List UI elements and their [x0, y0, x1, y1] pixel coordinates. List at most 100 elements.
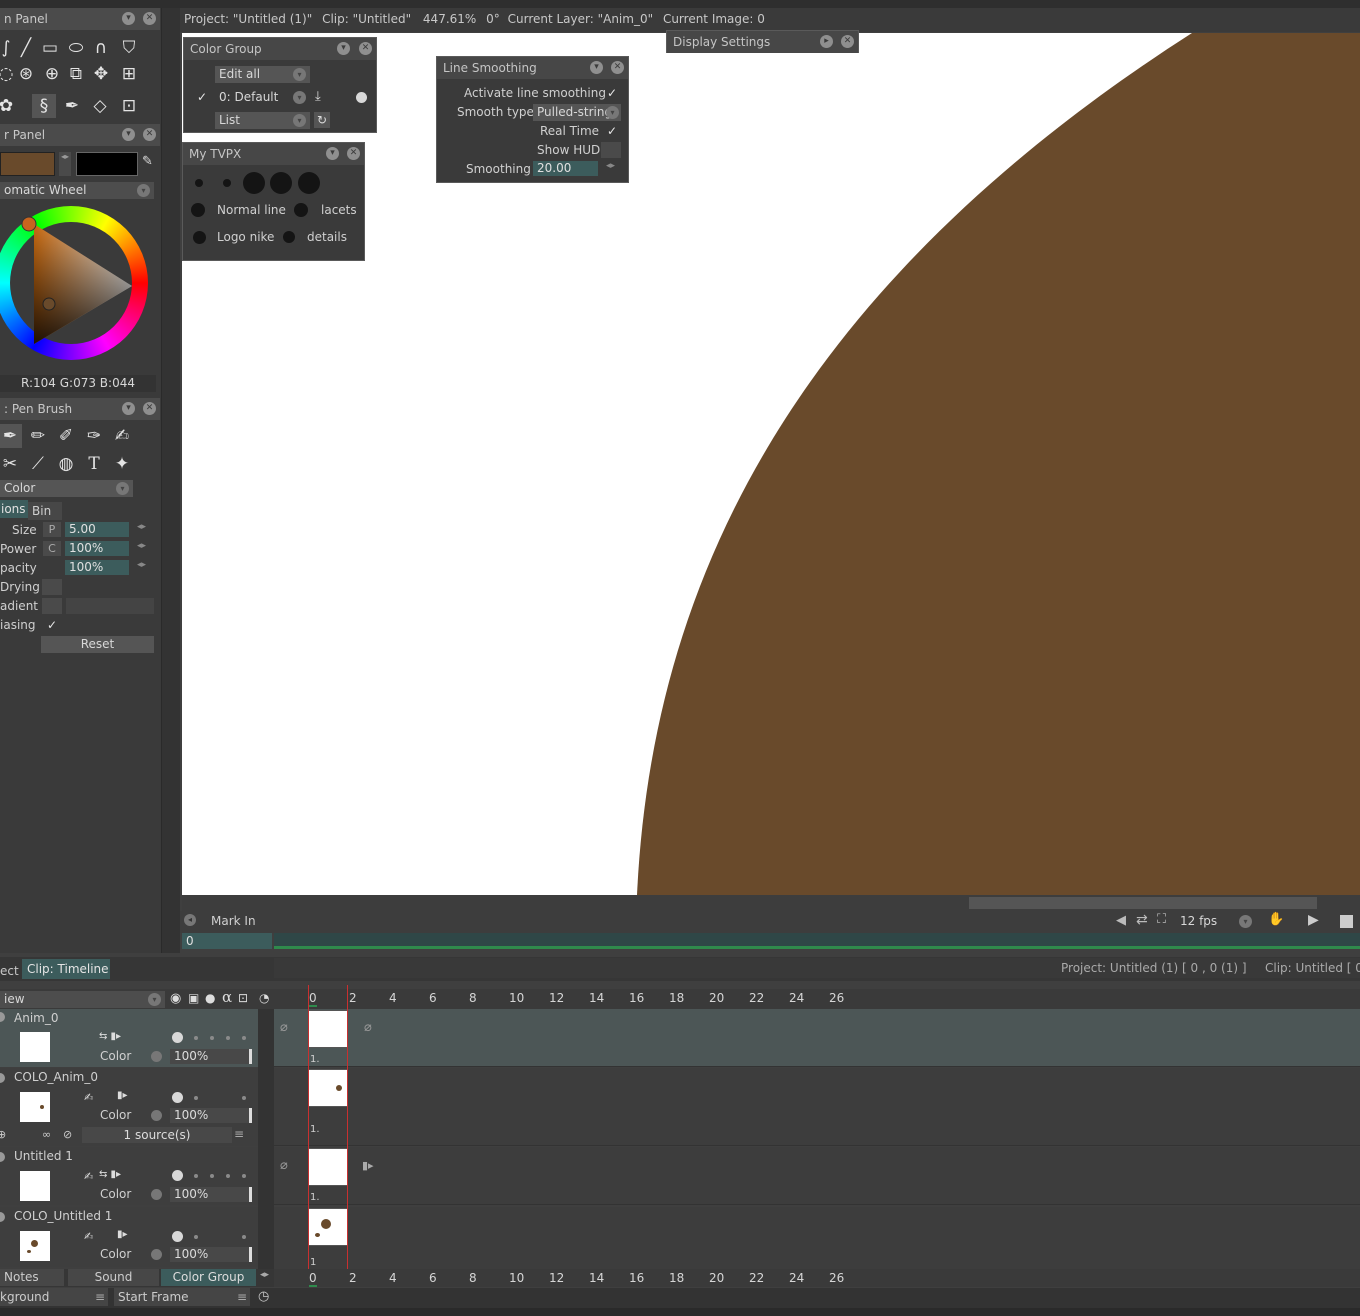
color-mode-dropdown[interactable]: omatic Wheel ▾ [0, 182, 154, 199]
layer-name[interactable]: Anim_0 [14, 1011, 58, 1025]
preset-lacets[interactable]: lacets [321, 203, 357, 217]
blend-mode[interactable]: Color [100, 1247, 131, 1261]
size-spinner-icon[interactable]: ◂▸ [137, 522, 146, 532]
frame-field[interactable]: 0 [182, 933, 272, 949]
brush-preset-dot-1[interactable] [195, 179, 203, 187]
start-frame-dropdown[interactable]: Start Frame ≡ [114, 1288, 250, 1306]
eyedropper-icon[interactable]: ✎ [142, 154, 156, 174]
curve-tool-icon[interactable]: ∩ [89, 36, 113, 60]
brush-preset-dot-4[interactable] [270, 172, 292, 194]
tools-panel-menu-icon[interactable]: ▾ [122, 12, 135, 25]
collapse-icon[interactable] [0, 1212, 5, 1222]
column-splitter[interactable] [162, 8, 180, 953]
edit-all-dropdown[interactable]: Edit all ▾ [215, 66, 310, 83]
brush-panel-close-icon[interactable]: ✕ [143, 402, 156, 415]
empty-frame-icon[interactable]: ⌀ [364, 1020, 372, 1035]
lightbox-dot[interactable] [242, 1235, 246, 1239]
color-panel-menu-icon[interactable]: ▾ [122, 128, 135, 141]
pen-brush-icon[interactable]: ✒ [0, 424, 22, 448]
default-group-check-icon[interactable]: ✓ [197, 90, 207, 104]
opacity-minus-icon[interactable] [151, 1189, 162, 1200]
lightbox-dot[interactable] [194, 1235, 198, 1239]
tab-options[interactable]: ions [0, 500, 28, 518]
size-field[interactable]: 5.00 [65, 522, 129, 537]
lock-icon[interactable]: ▣ [188, 991, 199, 1005]
opacity-field[interactable]: 100% [65, 560, 129, 575]
glasses-icon[interactable]: ∞ [42, 1128, 51, 1141]
group-color-dot[interactable] [356, 92, 367, 103]
camera-tool-icon[interactable]: ⊞ [117, 62, 141, 86]
clock-icon[interactable]: ◷ [258, 1289, 269, 1304]
frame-ruler-top[interactable]: 0 2 4 6 8 10 12 14 16 18 20 22 24 26 [274, 989, 1360, 1009]
lightbox-dot[interactable] [172, 1170, 183, 1181]
globe-icon[interactable]: ⊕ [0, 1128, 6, 1141]
power-field[interactable]: 100% [65, 541, 129, 556]
aliasing-check-icon[interactable]: ✓ [47, 618, 57, 632]
gradient-preview[interactable] [66, 598, 154, 614]
layer-thumbnail[interactable] [20, 1231, 50, 1261]
gradient-checkbox[interactable] [42, 598, 62, 614]
layer-thumbnail[interactable] [20, 1171, 50, 1201]
power-icon[interactable]: ⊘ [63, 1128, 72, 1141]
knife-brush-icon[interactable]: ⟋ [26, 452, 50, 476]
lightbox-dot[interactable] [194, 1036, 198, 1040]
normal-line-brush-icon[interactable] [191, 203, 205, 217]
selection-tool-icon[interactable]: ⊡ [117, 94, 141, 118]
cutter-brush-icon[interactable]: ✂ [0, 452, 22, 476]
power-spinner-icon[interactable]: ◂▸ [137, 541, 146, 551]
preset-normal-line[interactable]: Normal line [217, 203, 286, 217]
sound-icon[interactable]: ◀ [1116, 913, 1126, 928]
layer-thumbnail[interactable] [20, 1032, 50, 1062]
sources-field[interactable]: 1 source(s) [82, 1127, 232, 1143]
lightbox-dot[interactable] [172, 1092, 183, 1103]
tab-bin[interactable]: Bin [28, 502, 62, 520]
move-tool-icon[interactable]: ⊕ [40, 62, 64, 86]
layer-name[interactable]: COLO_Untitled 1 [14, 1209, 112, 1223]
layer-colo-untitled-1[interactable]: COLO_Untitled 1 ✍ ▮▸ Color 100% [0, 1207, 258, 1267]
line-tool-icon[interactable]: ╱ [14, 36, 38, 60]
layer-opacity-field[interactable]: 100% [170, 1049, 252, 1064]
list-dropdown[interactable]: List ▾ [215, 112, 310, 129]
reset-button[interactable]: Reset [41, 636, 154, 653]
rectangle-tool-icon[interactable]: ▭ [38, 36, 62, 60]
layer-name[interactable]: Untitled 1 [14, 1149, 73, 1163]
alpha-icon[interactable]: α [222, 988, 232, 1006]
opacity-minus-icon[interactable] [151, 1051, 162, 1062]
timeline-row-colo-anim-0[interactable]: 1. [274, 1068, 1360, 1146]
activate-smoothing-check-icon[interactable]: ✓ [607, 86, 617, 100]
size-pressure-toggle[interactable]: P [43, 522, 61, 537]
crop-tool-icon[interactable]: ⧉ [64, 62, 88, 86]
tab-color-group[interactable]: Color Group [161, 1269, 256, 1286]
my-tvpx-menu-icon[interactable]: ▾ [326, 147, 339, 160]
tab-notes[interactable]: Notes [0, 1269, 64, 1286]
timeline-row-untitled-1[interactable]: ⌀ ▮▸ 1. [274, 1147, 1360, 1205]
loop-icon[interactable]: ⇄ [1136, 912, 1148, 928]
sources-menu-icon[interactable]: ≡ [234, 1127, 244, 1141]
collapse-icon[interactable] [0, 1073, 5, 1083]
paint-brush-icon[interactable]: ✍ [110, 424, 134, 448]
paint-color-icon[interactable]: ✍ [84, 1170, 93, 1183]
transform-tool-icon[interactable]: ✥ [89, 62, 113, 86]
layer-opacity-field[interactable]: 100% [170, 1108, 252, 1123]
collapse-icon[interactable] [0, 1012, 5, 1022]
pen-tool-icon[interactable]: ✒ [60, 94, 84, 118]
opacity-spinner-icon[interactable]: ◂▸ [137, 560, 146, 570]
power-pressure-toggle[interactable]: C [43, 541, 61, 556]
tab-project[interactable]: ect [0, 962, 22, 980]
layer-name[interactable]: COLO_Anim_0 [14, 1070, 98, 1084]
scrollbar-thumb[interactable] [969, 897, 1317, 909]
brush-color-mode-dropdown[interactable]: Color ▾ [0, 480, 133, 497]
lacets-brush-icon[interactable] [294, 203, 308, 217]
paint-color-icon[interactable]: ✍ [84, 1230, 93, 1243]
drying-checkbox[interactable] [42, 579, 62, 595]
empty-frame-icon[interactable]: ⌀ [280, 1158, 288, 1173]
lightbox-dot[interactable] [210, 1174, 214, 1178]
pencil-brush-icon[interactable]: ✏ [26, 424, 50, 448]
background-dropdown[interactable]: kground ≡ [0, 1288, 108, 1306]
smoothing-field[interactable]: 20.00 [533, 161, 598, 176]
canvas-horizontal-scrollbar[interactable] [182, 895, 1360, 911]
source-link-icon[interactable]: ⇆ ▮▸ [99, 1031, 121, 1042]
current-frame-marker[interactable] [308, 985, 348, 1285]
timeline-row-anim-0[interactable]: ⌀ ⌀ 1. [274, 1009, 1360, 1067]
timeline-row-colo-untitled-1[interactable]: 1 [274, 1207, 1360, 1269]
